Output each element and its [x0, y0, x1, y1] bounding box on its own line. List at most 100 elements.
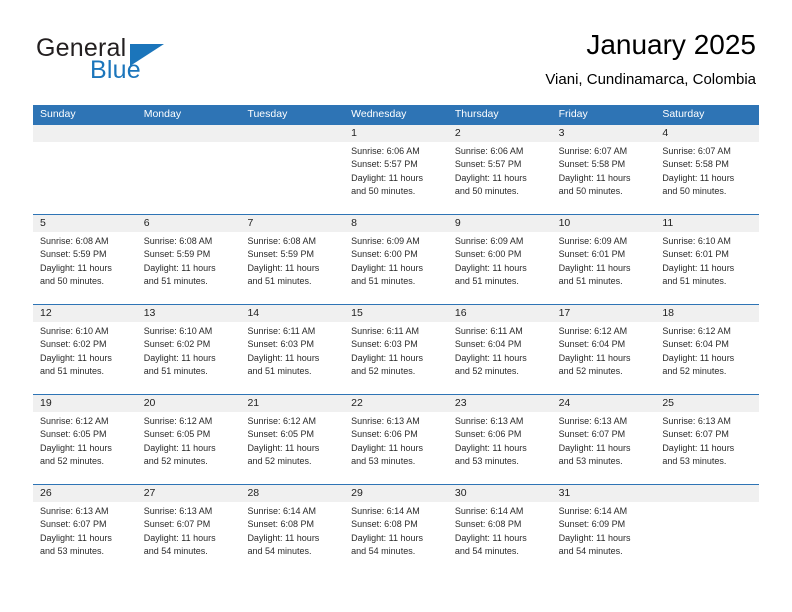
sunrise-text: Sunrise: 6:11 AM: [454, 326, 523, 336]
day-cell[interactable]: 21 Sunrise: 6:12 AM Sunset: 6:05 PM Dayl…: [240, 395, 345, 484]
sunrise-text: Sunrise: 6:14 AM: [558, 506, 628, 516]
day-cell[interactable]: 20 Sunrise: 6:12 AM Sunset: 6:05 PM Dayl…: [136, 395, 241, 484]
sunset-text: Sunset: 5:59 PM: [247, 249, 314, 260]
day-details: Sunrise: 6:13 AM Sunset: 6:07 PM Dayligh…: [552, 412, 656, 468]
daylight-text-line1: Daylight: 11 hours: [247, 532, 320, 543]
day-number: 1: [344, 125, 448, 142]
sunset-text: Sunset: 6:02 PM: [143, 339, 211, 350]
weekday-header-wednesday: Wednesday: [351, 108, 407, 120]
day-number: 8: [344, 215, 448, 232]
daylight-text-line1: Daylight: 11 hours: [662, 172, 735, 183]
sunset-text: Sunset: 6:00 PM: [351, 249, 418, 260]
day-cell[interactable]: 17 Sunrise: 6:12 AM Sunset: 6:04 PM Dayl…: [551, 305, 656, 394]
weekday-header-monday: Monday: [143, 108, 182, 120]
daylight-text-line1: Daylight: 11 hours: [143, 442, 216, 453]
sunset-text: Sunset: 6:01 PM: [558, 249, 626, 260]
day-cell[interactable]: 22 Sunrise: 6:13 AM Sunset: 6:06 PM Dayl…: [344, 395, 448, 484]
sunrise-text: Sunrise: 6:12 AM: [558, 326, 628, 336]
daylight-text-line1: Daylight: 11 hours: [143, 262, 216, 273]
day-cell[interactable]: 6 Sunrise: 6:08 AM Sunset: 5:59 PM Dayli…: [136, 215, 241, 304]
day-details: Sunrise: 6:14 AM Sunset: 6:08 PM Dayligh…: [344, 502, 448, 558]
day-cell[interactable]: 24 Sunrise: 6:13 AM Sunset: 6:07 PM Dayl…: [551, 395, 656, 484]
day-cell[interactable]: 3 Sunrise: 6:07 AM Sunset: 5:58 PM Dayli…: [551, 125, 656, 214]
day-cell[interactable]: 5 Sunrise: 6:08 AM Sunset: 5:59 PM Dayli…: [33, 215, 137, 304]
sunset-text: Sunset: 6:07 PM: [662, 429, 729, 440]
day-cell[interactable]: 29 Sunrise: 6:14 AM Sunset: 6:08 PM Dayl…: [344, 485, 448, 574]
day-cell[interactable]: [655, 485, 760, 574]
day-cell[interactable]: [136, 125, 241, 214]
day-cell[interactable]: 18 Sunrise: 6:12 AM Sunset: 6:04 PM Dayl…: [655, 305, 760, 394]
daylight-text-line2: and 50 minutes.: [662, 185, 727, 196]
brand-logo[interactable]: General Blue: [36, 34, 276, 90]
sunset-text: Sunset: 6:08 PM: [454, 519, 522, 530]
daylight-text-line1: Daylight: 11 hours: [247, 352, 320, 363]
sunrise-text: Sunrise: 6:12 AM: [662, 326, 731, 336]
day-cell[interactable]: [33, 125, 137, 214]
daylight-text-line2: and 52 minutes.: [351, 365, 416, 376]
sunrise-text: Sunrise: 6:12 AM: [40, 416, 109, 426]
daylight-text-line2: and 53 minutes.: [351, 455, 416, 466]
daylight-text-line2: and 51 minutes.: [558, 275, 623, 286]
day-cell[interactable]: 10 Sunrise: 6:09 AM Sunset: 6:01 PM Dayl…: [551, 215, 656, 304]
sunset-text: Sunset: 6:05 PM: [143, 429, 211, 440]
sunset-text: Sunset: 5:58 PM: [662, 159, 729, 170]
daylight-text-line1: Daylight: 11 hours: [662, 352, 735, 363]
day-cell[interactable]: 13 Sunrise: 6:10 AM Sunset: 6:02 PM Dayl…: [136, 305, 241, 394]
day-details: Sunrise: 6:06 AM Sunset: 5:57 PM Dayligh…: [448, 142, 552, 198]
day-cell[interactable]: 8 Sunrise: 6:09 AM Sunset: 6:00 PM Dayli…: [344, 215, 448, 304]
day-details: Sunrise: 6:12 AM Sunset: 6:05 PM Dayligh…: [240, 412, 344, 468]
day-cell[interactable]: 19 Sunrise: 6:12 AM Sunset: 6:05 PM Dayl…: [33, 395, 137, 484]
daylight-text-line2: and 54 minutes.: [351, 545, 416, 556]
day-cell[interactable]: 11 Sunrise: 6:10 AM Sunset: 6:01 PM Dayl…: [655, 215, 760, 304]
day-cell[interactable]: 9 Sunrise: 6:09 AM Sunset: 6:00 PM Dayli…: [447, 215, 552, 304]
day-number: 14: [240, 305, 345, 322]
day-cell[interactable]: 12 Sunrise: 6:10 AM Sunset: 6:02 PM Dayl…: [33, 305, 137, 394]
day-cell[interactable]: 14 Sunrise: 6:11 AM Sunset: 6:03 PM Dayl…: [240, 305, 345, 394]
week-row: 12 Sunrise: 6:10 AM Sunset: 6:02 PM Dayl…: [33, 304, 760, 394]
day-details: Sunrise: 6:10 AM Sunset: 6:01 PM Dayligh…: [655, 232, 759, 288]
day-cell[interactable]: 27 Sunrise: 6:13 AM Sunset: 6:07 PM Dayl…: [136, 485, 241, 574]
daylight-text-line2: and 52 minutes.: [143, 455, 208, 466]
day-cell[interactable]: 7 Sunrise: 6:08 AM Sunset: 5:59 PM Dayli…: [240, 215, 345, 304]
day-cell[interactable]: 30 Sunrise: 6:14 AM Sunset: 6:08 PM Dayl…: [447, 485, 552, 574]
day-cell[interactable]: 26 Sunrise: 6:13 AM Sunset: 6:07 PM Dayl…: [33, 485, 137, 574]
sunrise-text: Sunrise: 6:07 AM: [662, 146, 731, 156]
day-number: 4: [655, 125, 760, 142]
daylight-text-line2: and 51 minutes.: [454, 275, 519, 286]
week-row: 1 Sunrise: 6:06 AM Sunset: 5:57 PM Dayli…: [33, 124, 760, 214]
day-cell[interactable]: 25 Sunrise: 6:13 AM Sunset: 6:07 PM Dayl…: [655, 395, 760, 484]
day-details: Sunrise: 6:12 AM Sunset: 6:04 PM Dayligh…: [655, 322, 759, 378]
day-number: 9: [447, 215, 552, 232]
location-subtitle: Viani, Cundinamarca, Colombia: [545, 71, 756, 88]
sunrise-text: Sunrise: 6:08 AM: [40, 236, 109, 246]
daylight-text-line1: Daylight: 11 hours: [454, 172, 527, 183]
day-cell[interactable]: 23 Sunrise: 6:13 AM Sunset: 6:06 PM Dayl…: [447, 395, 552, 484]
daylight-text-line2: and 54 minutes.: [454, 545, 519, 556]
day-cell[interactable]: 15 Sunrise: 6:11 AM Sunset: 6:03 PM Dayl…: [344, 305, 448, 394]
day-cell[interactable]: 31 Sunrise: 6:14 AM Sunset: 6:09 PM Dayl…: [551, 485, 656, 574]
day-cell[interactable]: 2 Sunrise: 6:06 AM Sunset: 5:57 PM Dayli…: [447, 125, 552, 214]
daylight-text-line1: Daylight: 11 hours: [40, 442, 112, 453]
day-cell[interactable]: 1 Sunrise: 6:06 AM Sunset: 5:57 PM Dayli…: [344, 125, 448, 214]
day-cell[interactable]: [240, 125, 345, 214]
day-cell[interactable]: 16 Sunrise: 6:11 AM Sunset: 6:04 PM Dayl…: [447, 305, 552, 394]
daylight-text-line1: Daylight: 11 hours: [247, 262, 320, 273]
day-number: 16: [447, 305, 552, 322]
day-cell[interactable]: 4 Sunrise: 6:07 AM Sunset: 5:58 PM Dayli…: [655, 125, 760, 214]
daylight-text-line2: and 52 minutes.: [247, 455, 312, 466]
daylight-text-line2: and 51 minutes.: [247, 365, 312, 376]
sunrise-text: Sunrise: 6:13 AM: [351, 416, 420, 426]
day-details: Sunrise: 6:13 AM Sunset: 6:07 PM Dayligh…: [655, 412, 759, 468]
day-details: Sunrise: 6:13 AM Sunset: 6:07 PM Dayligh…: [33, 502, 137, 558]
day-details: Sunrise: 6:09 AM Sunset: 6:01 PM Dayligh…: [552, 232, 656, 288]
day-number: 11: [655, 215, 760, 232]
weekday-header-row: Sunday Monday Tuesday Wednesday Thursday…: [33, 105, 759, 124]
day-number: 15: [344, 305, 448, 322]
sunset-text: Sunset: 6:07 PM: [558, 429, 626, 440]
sunrise-text: Sunrise: 6:12 AM: [143, 416, 213, 426]
daylight-text-line1: Daylight: 11 hours: [351, 352, 424, 363]
daylight-text-line2: and 54 minutes.: [558, 545, 623, 556]
day-number: [136, 125, 241, 142]
day-cell[interactable]: 28 Sunrise: 6:14 AM Sunset: 6:08 PM Dayl…: [240, 485, 345, 574]
sunset-text: Sunset: 6:06 PM: [351, 429, 418, 440]
